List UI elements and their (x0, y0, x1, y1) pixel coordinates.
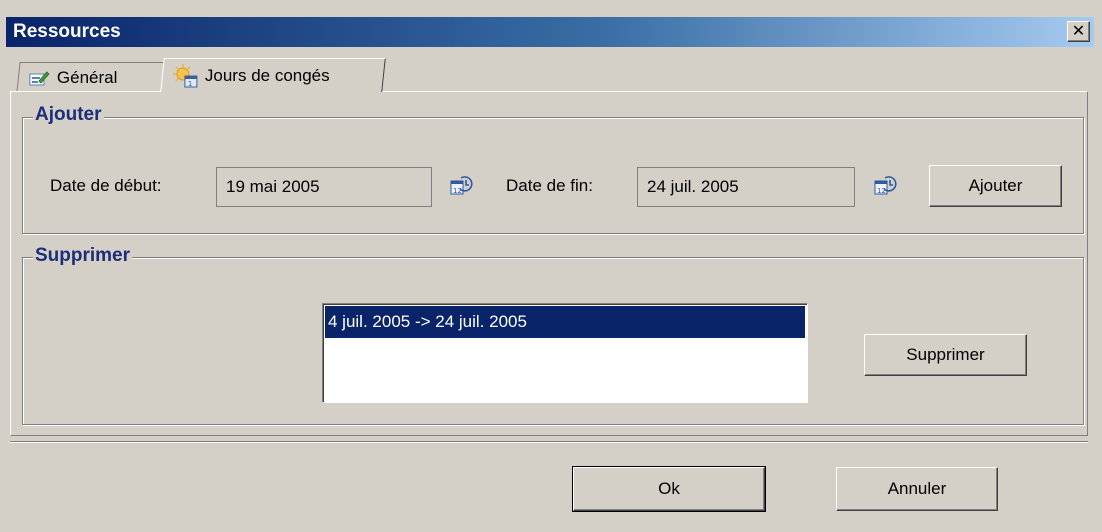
footer-separator (10, 441, 1088, 443)
add-button[interactable]: Ajouter (929, 165, 1062, 207)
start-date-label: Date de début: (50, 176, 162, 195)
tab-general-label: Général (56, 67, 118, 87)
cancel-button-label: Annuler (887, 479, 947, 498)
start-date-field[interactable]: 19 mai 2005 (216, 167, 432, 207)
close-icon: ✕ (1071, 22, 1086, 40)
start-date-value: 19 mai 2005 (226, 177, 320, 196)
resources-dialog: Ressources ✕ Général 1 Jours de congés A… (0, 0, 1102, 532)
tab-holidays-label: Jours de congés (204, 65, 330, 85)
calendar-sun-icon: 1 (172, 63, 199, 88)
end-date-value: 24 juil. 2005 (647, 177, 739, 196)
remove-group-title: Supprimer (33, 245, 133, 267)
edit-icon (29, 69, 51, 87)
window-title: Ressources (13, 21, 121, 42)
tab-general[interactable]: Général (16, 62, 168, 92)
svg-text:1: 1 (188, 80, 192, 88)
close-button[interactable]: ✕ (1067, 21, 1090, 42)
end-date-calendar-icon[interactable]: 12 (873, 174, 897, 198)
svg-text:12: 12 (877, 187, 886, 195)
tab-holidays[interactable]: 1 Jours de congés (160, 58, 386, 92)
holiday-listbox[interactable]: 4 juil. 2005 -> 24 juil. 2005 (322, 303, 808, 403)
title-bar[interactable]: Ressources ✕ (6, 17, 1094, 47)
start-date-calendar-icon[interactable]: 12 (449, 174, 473, 198)
add-button-label: Ajouter (968, 176, 1023, 195)
end-date-label: Date de fin: (506, 176, 593, 195)
remove-button-label: Supprimer (906, 345, 985, 364)
add-group-title: Ajouter (33, 104, 104, 126)
remove-button[interactable]: Supprimer (864, 334, 1027, 376)
list-item[interactable]: 4 juil. 2005 -> 24 juil. 2005 (325, 306, 805, 338)
end-date-field[interactable]: 24 juil. 2005 (637, 167, 855, 207)
svg-text:12: 12 (453, 187, 462, 195)
cancel-button[interactable]: Annuler (836, 467, 998, 511)
ok-button-label: Ok (658, 479, 680, 498)
ok-button[interactable]: Ok (572, 466, 766, 512)
